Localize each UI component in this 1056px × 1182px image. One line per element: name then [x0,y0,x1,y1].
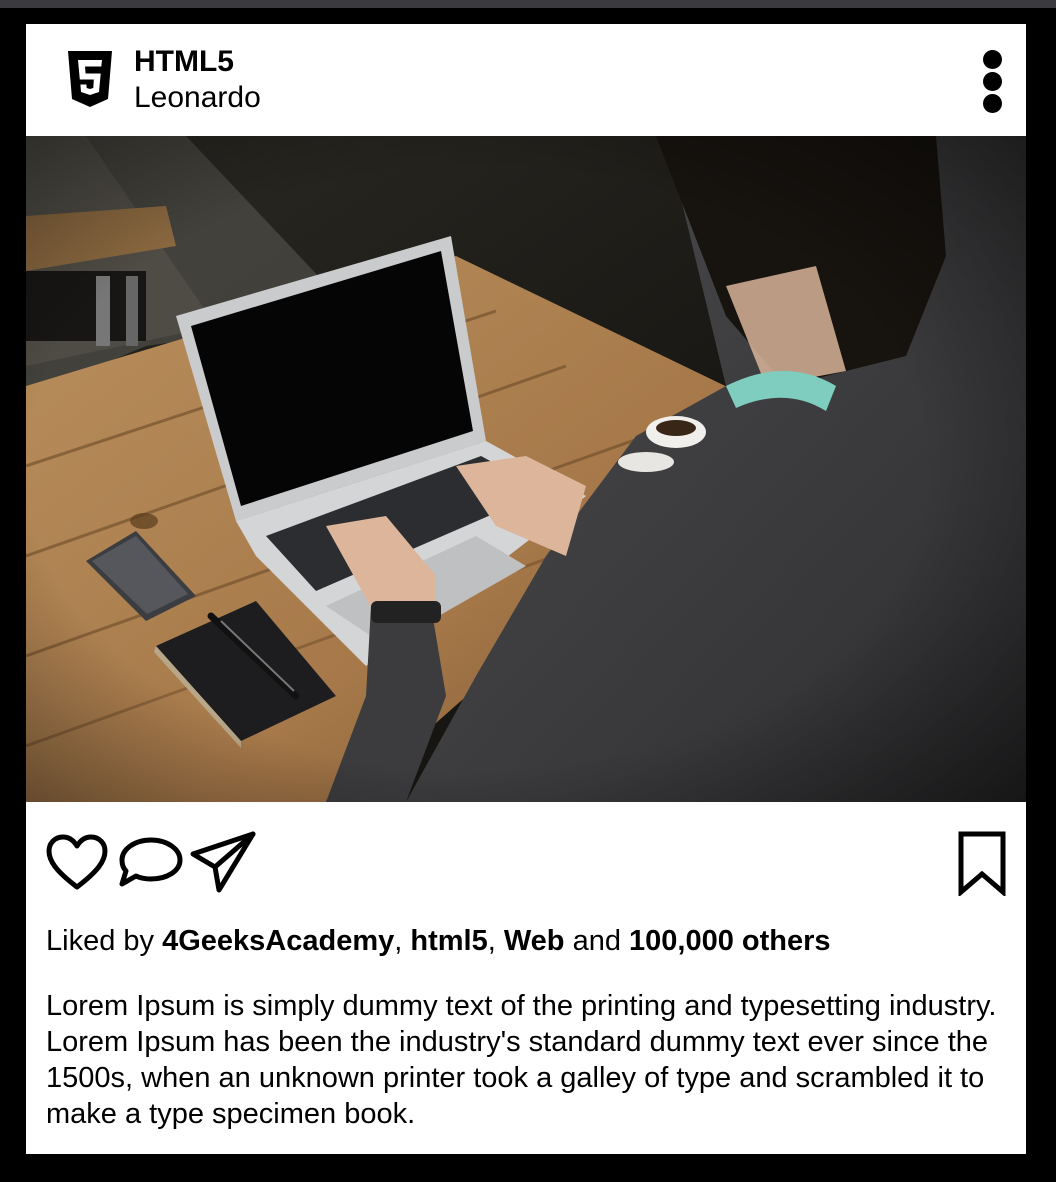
post-header: HTML5 Leonardo [26,24,1026,136]
liked-separator: , [394,925,403,957]
more-options-button[interactable] [981,48,1005,114]
post-caption: Lorem Ipsum is simply dummy text of the … [46,990,997,1130]
account-subtitle: Leonardo [134,81,261,114]
post-actions-bar [26,824,1026,896]
liked-user-link[interactable]: html5 [410,925,487,957]
bookmark-icon[interactable] [956,830,1008,896]
window-top-strip [0,0,1056,8]
heart-icon[interactable] [46,834,108,890]
liked-separator: , [487,925,496,957]
more-vertical-icon [983,72,1002,91]
more-vertical-icon [983,94,1002,113]
liked-user-link[interactable]: Web [504,925,565,957]
html5-logo-icon [68,51,112,107]
account-name[interactable]: HTML5 [134,44,234,80]
comment-icon[interactable] [118,836,184,888]
more-vertical-icon [983,50,1002,69]
liked-prefix: Liked by [46,925,155,957]
liked-others-link[interactable]: 100,000 others [629,925,831,957]
liked-conjunction: and [572,925,621,957]
liked-by-text: Liked by 4GeeksAcademy, html5, Web and 1… [46,924,1006,958]
post-photo [26,136,1026,802]
post-card: HTML5 Leonardo Liked by 4GeeksAcademy, h… [26,24,1026,1154]
send-icon[interactable] [189,830,257,894]
liked-user-link[interactable]: 4GeeksAcademy [162,925,394,957]
